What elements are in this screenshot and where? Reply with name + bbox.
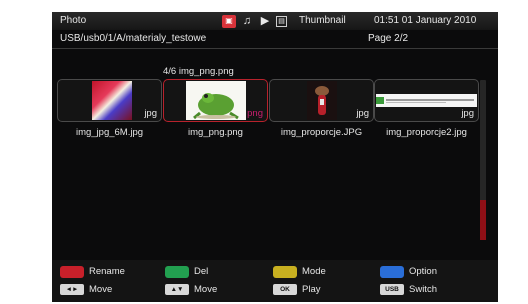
breadcrumb: USB/usb0/1/A/materialy_testowe xyxy=(60,33,207,44)
thumbnail-image xyxy=(307,81,337,120)
thumbnail-image xyxy=(92,81,132,120)
switch-action[interactable]: USB Switch xyxy=(380,283,437,296)
mode-action[interactable]: Mode xyxy=(273,265,326,278)
file-extension: jpg xyxy=(144,108,157,119)
usb-key-icon: USB xyxy=(380,284,404,295)
media-type-icons: ▣ ♫ ▶ ▤ xyxy=(222,14,287,28)
rename-action[interactable]: Rename xyxy=(60,265,125,278)
app-title: Photo xyxy=(60,15,87,26)
thumbnail-card[interactable]: jpg xyxy=(374,79,479,122)
header-bar: Photo ▣ ♫ ▶ ▤ Thumbnail 01:51 01 January… xyxy=(52,12,498,30)
delete-label: Del xyxy=(194,266,209,277)
figure-image xyxy=(315,86,329,115)
music-icon[interactable]: ♫ xyxy=(240,15,254,28)
left-right-key-icon: ◄► xyxy=(60,284,84,295)
thumbnail-image xyxy=(376,94,477,107)
banner-image xyxy=(376,97,474,104)
delete-action[interactable]: Del xyxy=(165,265,208,278)
photo-icon[interactable]: ▣ xyxy=(222,14,236,28)
option-label: Option xyxy=(409,266,437,277)
thumbnail-card[interactable]: jpg xyxy=(269,79,374,122)
video-icon[interactable]: ▶ xyxy=(258,15,272,28)
switch-label: Switch xyxy=(409,284,437,295)
play-label: Play xyxy=(302,284,321,295)
thumbnail-image xyxy=(186,81,246,120)
thumbnail-card-selected[interactable]: png xyxy=(163,79,268,122)
option-action[interactable]: Option xyxy=(380,265,437,278)
scrollbar-thumb[interactable] xyxy=(480,200,486,240)
page-indicator: Page 2/2 xyxy=(368,33,409,44)
path-bar: USB/usb0/1/A/materialy_testowe Page 2/2 xyxy=(52,31,498,47)
footer-legend: Rename Del Mode Option ◄► Move ▲▼ Move O… xyxy=(52,260,498,302)
thumbnail-filename: img_png.png xyxy=(188,127,243,138)
film-icon[interactable]: ▤ xyxy=(276,15,287,27)
file-extension: jpg xyxy=(356,108,369,119)
divider xyxy=(52,48,498,49)
move-label: Move xyxy=(194,284,218,295)
move-horizontal-action[interactable]: ◄► Move xyxy=(60,283,112,296)
thumbnail-filename: img_jpg_6M.jpg xyxy=(75,127,144,138)
scrollbar[interactable] xyxy=(480,80,486,240)
thumbnail-card[interactable]: jpg xyxy=(57,79,162,122)
photo-browser-screen: Photo ▣ ♫ ▶ ▤ Thumbnail 01:51 01 January… xyxy=(52,12,498,302)
selected-file-caption: 4/6 img_png.png xyxy=(163,66,234,77)
up-down-key-icon: ▲▼ xyxy=(165,284,189,295)
red-key-icon xyxy=(60,265,84,278)
rename-label: Rename xyxy=(89,266,125,277)
file-extension: jpg xyxy=(461,108,474,119)
play-action[interactable]: OK Play xyxy=(273,283,320,296)
move-vertical-action[interactable]: ▲▼ Move xyxy=(165,283,217,296)
green-key-icon xyxy=(165,265,189,278)
move-label: Move xyxy=(89,284,113,295)
clock: 01:51 01 January 2010 xyxy=(374,15,477,26)
view-mode-label: Thumbnail xyxy=(299,15,346,26)
ok-key-icon: OK xyxy=(273,284,297,295)
file-extension: png xyxy=(247,108,263,119)
yellow-key-icon xyxy=(273,265,297,278)
mode-label: Mode xyxy=(302,266,326,277)
blue-key-icon xyxy=(380,265,404,278)
thumbnail-filename: img_proporcje.JPG xyxy=(280,127,363,138)
thumbnail-filename: img_proporcje2.jpg xyxy=(386,127,467,138)
frog-image xyxy=(193,93,239,120)
